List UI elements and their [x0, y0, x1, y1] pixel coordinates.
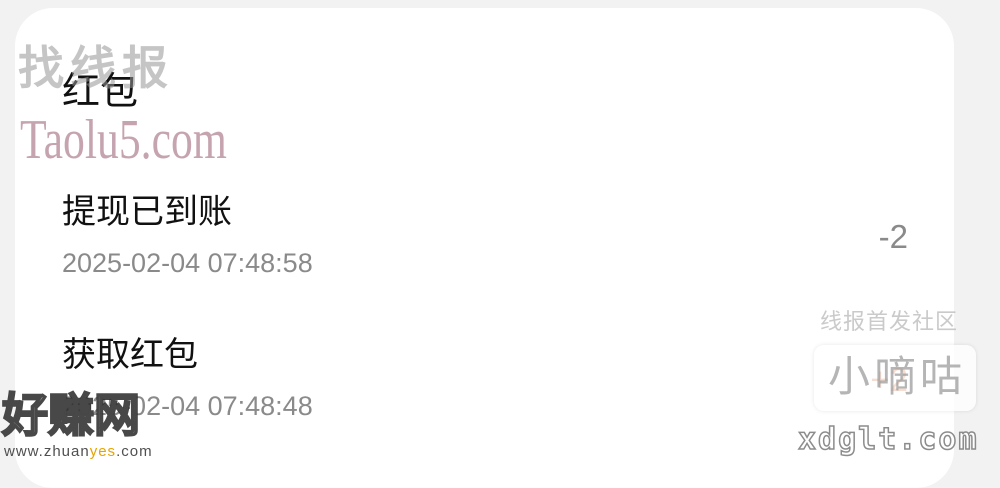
watermark-bottom-right-name: 小嘀咕	[828, 352, 967, 401]
record-title: 获取红包	[62, 335, 198, 375]
watermark-domain-highlight: yes	[89, 443, 117, 460]
watermark-bottom-right-domain: xdglt.com	[797, 422, 979, 457]
record-time: 2025-02-04 07:48:58	[62, 248, 313, 278]
watermark-bottom-right-tagline: 线报首发社区	[820, 310, 959, 335]
watermark-domain-part: www.zhuan	[4, 443, 90, 460]
record-title: 提现已到账	[62, 192, 232, 232]
record-row[interactable]: 提现已到账 2025-02-04 07:48:58 -2	[0, 190, 1000, 290]
watermark-top-left-domain: Taolu5.com	[20, 109, 227, 171]
record-amount: -2	[878, 218, 908, 255]
watermark-bottom-left-domain: www.zhuanyes.com	[4, 444, 153, 459]
watermark-bottom-left-name: 好赚网	[1, 388, 141, 442]
watermark-domain-suffix: .com	[116, 443, 153, 460]
watermark-top-left-text: 找线报	[18, 41, 174, 95]
